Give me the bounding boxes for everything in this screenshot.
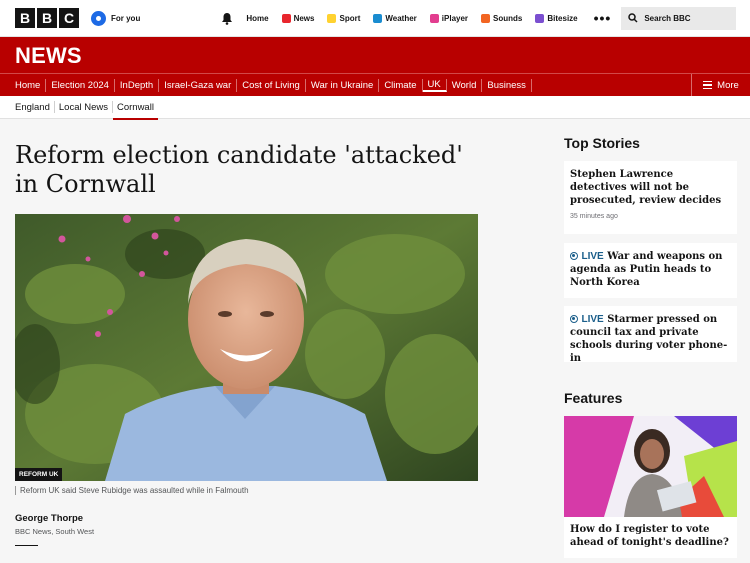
section-nav-item[interactable]: Home — [0, 78, 47, 92]
story-title: Stephen Lawrence detectives will not be … — [570, 169, 722, 206]
section-nav: Home Election 2024 InDepth Israel-Gaza w… — [0, 73, 750, 96]
author-divider — [15, 545, 38, 546]
sport-icon — [327, 13, 337, 23]
account-icon — [91, 10, 106, 26]
nav-label: Bitesize — [547, 13, 578, 23]
logo-letter: C — [59, 8, 79, 28]
author-organization: BBC News, South West — [15, 527, 95, 536]
live-icon — [570, 252, 578, 260]
more-menu-icon[interactable]: ••• — [594, 10, 612, 26]
feature-card[interactable]: How do I register to vote ahead of tonig… — [564, 416, 737, 558]
bbc-logo[interactable]: B B C — [15, 8, 79, 28]
top-story-card[interactable]: LIVE War and weapons on agenda as Putin … — [564, 243, 737, 298]
article-hero-image — [15, 214, 478, 481]
live-badge: LIVE — [581, 251, 604, 262]
features-heading: Features — [564, 390, 623, 406]
sub-nav-item[interactable]: England — [0, 101, 55, 113]
global-nav-sport[interactable]: Sport — [327, 13, 361, 23]
article-headline: Reform election candidate 'attacked' in … — [15, 141, 463, 198]
hero-photo — [15, 214, 478, 481]
global-nav: Home News Sport Weather iPlayer Sounds B… — [246, 13, 578, 23]
story-title-wrap: LIVE War and weapons on agenda as Putin … — [570, 250, 731, 289]
section-nav-item[interactable]: InDepth — [115, 78, 160, 92]
live-icon — [570, 315, 578, 323]
logo-letter: B — [37, 8, 57, 28]
top-stories-heading: Top Stories — [564, 135, 640, 151]
global-nav-bitesize[interactable]: Bitesize — [535, 13, 578, 23]
news-logo[interactable]: NEWS — [15, 43, 82, 69]
global-nav-sounds[interactable]: Sounds — [481, 13, 523, 23]
news-banner: NEWS — [0, 37, 750, 73]
author-name: George Thorpe — [15, 513, 84, 524]
section-nav-item[interactable]: Election 2024 — [46, 78, 115, 92]
section-nav-item[interactable]: Climate — [379, 78, 423, 92]
image-credit-tag: REFORM UK — [15, 468, 63, 481]
for-you-label: For you — [111, 13, 141, 23]
more-label: More — [717, 79, 739, 91]
sounds-icon — [481, 13, 491, 23]
story-timestamp: 35 minutes ago — [570, 213, 618, 220]
iplayer-icon — [429, 13, 439, 23]
nav-label: Sounds — [493, 13, 523, 23]
feature-title: How do I register to vote ahead of tonig… — [570, 524, 729, 548]
nav-label: Home — [246, 13, 269, 23]
section-nav-item[interactable]: War in Ukraine — [306, 78, 380, 92]
search-placeholder: Search BBC — [644, 13, 691, 23]
nav-label: Weather — [385, 13, 417, 23]
sub-nav-item-active[interactable]: Cornwall — [112, 101, 158, 120]
search-icon — [628, 13, 638, 23]
sub-nav: England Local News Cornwall — [0, 96, 750, 120]
section-nav-item[interactable]: Business — [482, 78, 532, 92]
live-badge: LIVE — [581, 314, 604, 325]
weather-icon — [373, 13, 383, 23]
global-nav-home[interactable]: Home — [246, 14, 268, 23]
image-caption: Reform UK said Steve Rubidge was assault… — [15, 486, 249, 495]
top-story-card[interactable]: LIVE Starmer pressed on council tax and … — [564, 306, 737, 365]
section-nav-item[interactable]: Israel-Gaza war — [159, 78, 238, 92]
nav-label: News — [293, 13, 315, 23]
sub-nav-item[interactable]: Local News — [55, 101, 113, 113]
section-nav-item-active[interactable]: UK — [422, 78, 447, 92]
for-you-link[interactable]: For you — [91, 10, 141, 26]
more-menu-button[interactable]: More — [691, 74, 750, 96]
section-nav-item[interactable]: World — [447, 78, 483, 92]
logo-letter: B — [15, 8, 35, 28]
hamburger-icon — [703, 81, 713, 89]
news-icon — [281, 13, 291, 23]
search-box[interactable]: Search BBC — [621, 6, 737, 30]
section-nav-item[interactable]: Cost of Living — [237, 78, 306, 92]
top-story-card[interactable]: Stephen Lawrence detectives will not be … — [564, 161, 737, 234]
feature-image — [564, 416, 737, 517]
bitesize-icon — [535, 13, 545, 23]
notifications-bell-icon[interactable] — [220, 11, 234, 25]
global-nav-news[interactable]: News — [281, 13, 315, 23]
global-nav-weather[interactable]: Weather — [373, 13, 417, 23]
global-header: B B C For you Home News Sport Weather iP… — [0, 0, 750, 37]
nav-label: Sport — [339, 13, 361, 23]
nav-label: iPlayer — [441, 13, 469, 23]
feature-illustration — [564, 416, 737, 517]
story-title-wrap: LIVE Starmer pressed on council tax and … — [570, 313, 731, 365]
global-nav-iplayer[interactable]: iPlayer — [429, 13, 469, 23]
